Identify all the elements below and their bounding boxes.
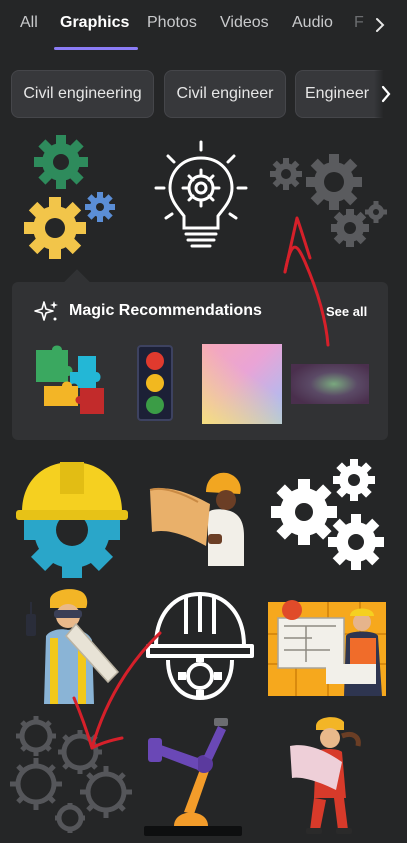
hard-hat-outline-icon <box>146 592 254 700</box>
suggestion-chips: Civil engineering Civil engineer Enginee… <box>0 66 407 122</box>
tab-photos[interactable]: Photos <box>147 14 197 32</box>
chip-label: Civil engineering <box>23 85 142 102</box>
see-all-link[interactable]: See all <box>326 304 367 319</box>
graphic-hardhat-outline[interactable] <box>138 584 262 706</box>
graphic-grey-gears[interactable] <box>266 146 392 254</box>
graphic-engineer-radio[interactable] <box>20 586 124 706</box>
graphic-lightbulb-gear[interactable] <box>148 136 254 262</box>
hard-hat-gear-icon <box>10 462 134 578</box>
recommendation-traffic-light[interactable] <box>136 344 174 422</box>
dark-gears-icon <box>10 716 132 833</box>
chip-label: Civil engineer <box>176 85 274 102</box>
woman-engineer-with-plans-icon <box>290 717 361 834</box>
recommendation-puzzle[interactable] <box>30 344 112 418</box>
puzzle-pieces-icon <box>36 345 104 414</box>
graphic-colored-gears[interactable] <box>18 134 128 264</box>
engineer-with-radio-icon <box>26 589 120 704</box>
graphic-woman-engineer[interactable] <box>280 712 384 836</box>
magic-recommendations-panel: Magic Recommendations See all <box>12 269 388 440</box>
white-gears-icon <box>271 459 384 570</box>
robotic-arm-icon <box>144 718 242 836</box>
category-tabs: All Graphics Photos Videos Audio F <box>0 0 407 52</box>
chip-label: Engineer <box>305 85 370 102</box>
panel-pointer <box>64 269 90 295</box>
tab-videos[interactable]: Videos <box>220 14 269 32</box>
recommendation-texture[interactable] <box>291 364 369 404</box>
traffic-light-icon <box>137 345 173 421</box>
engineer-with-blueprint-icon <box>149 472 244 566</box>
magic-title: Magic Recommendations <box>69 302 262 319</box>
colored-gears-icon <box>24 135 115 259</box>
tab-graphics[interactable]: Graphics <box>60 14 129 32</box>
chip-civil-engineering[interactable]: Civil engineering <box>11 70 154 118</box>
graphic-construction-workers[interactable] <box>266 594 390 698</box>
tab-audio[interactable]: Audio <box>292 14 333 32</box>
construction-workers-icon <box>268 600 386 696</box>
sparkle-icon <box>34 301 58 321</box>
chevron-right-icon <box>376 18 385 32</box>
gradient-swatch-icon <box>202 344 282 424</box>
texture-swatch-icon <box>291 364 369 404</box>
graphic-engineer-blueprint[interactable] <box>146 456 254 572</box>
chip-civil-engineer[interactable]: Civil engineer <box>164 70 286 118</box>
grey-gears-icon <box>270 154 387 247</box>
active-tab-indicator <box>54 47 138 50</box>
tab-all[interactable]: All <box>20 14 38 32</box>
graphic-dark-gears[interactable] <box>10 712 134 836</box>
graphic-white-gears[interactable] <box>266 456 390 580</box>
tabs-scroll-button[interactable] <box>370 12 390 38</box>
recommendation-gradient[interactable] <box>202 344 282 424</box>
lightbulb-gear-icon <box>154 140 248 248</box>
graphic-hardhat-gear[interactable] <box>10 454 134 578</box>
tab-overflow[interactable]: F <box>354 14 364 32</box>
chevron-right-icon <box>381 85 391 103</box>
graphic-robotic-arm[interactable] <box>144 714 244 836</box>
chips-scroll-button[interactable] <box>374 70 398 118</box>
